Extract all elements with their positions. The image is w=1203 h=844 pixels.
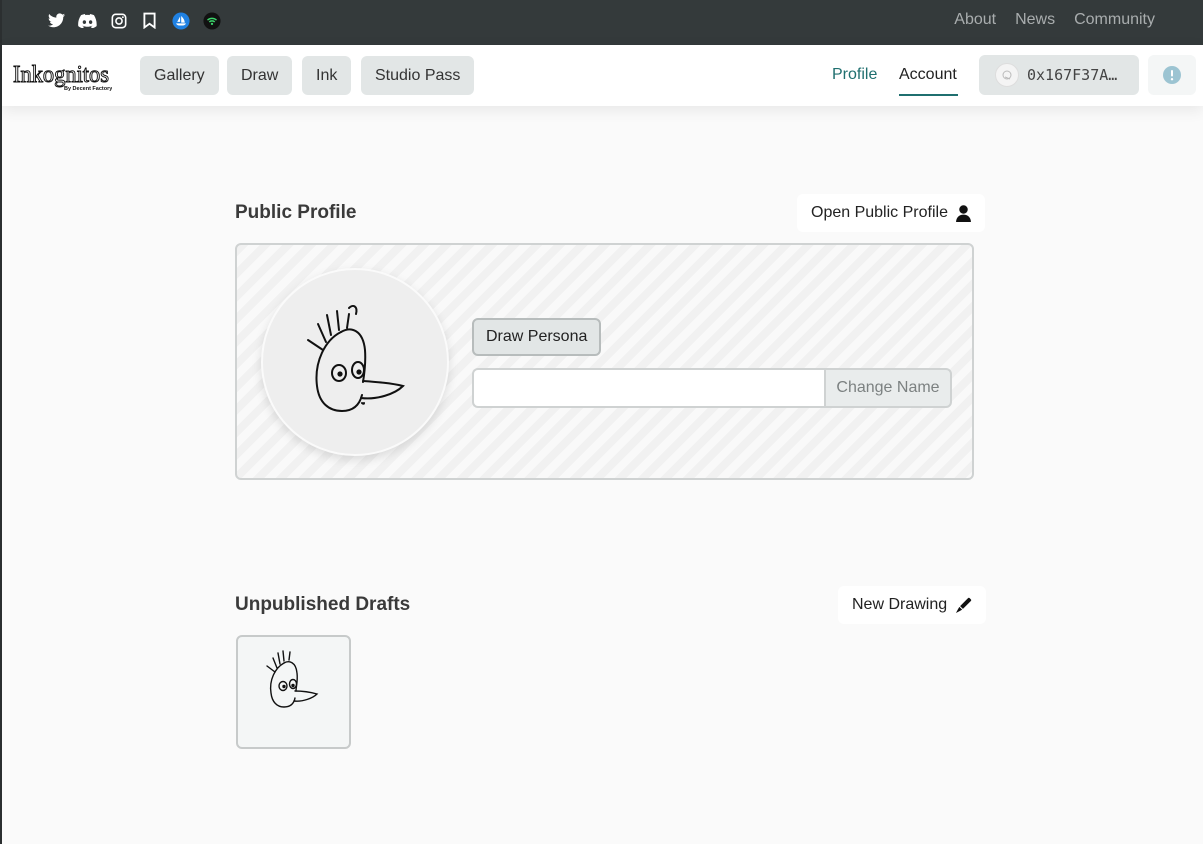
nav-ink-button[interactable]: Ink: [302, 56, 352, 95]
twitter-icon[interactable]: [46, 10, 67, 31]
new-drawing-button[interactable]: New Drawing: [838, 586, 987, 624]
persona-name-input[interactable]: [472, 368, 824, 408]
top-links: About News Community: [954, 10, 1155, 30]
svg-text:By Decent Factory: By Decent Factory: [64, 86, 112, 92]
persona-drawing: [307, 305, 405, 413]
open-public-profile-label: Open Public Profile: [811, 204, 948, 221]
info-icon: [1163, 66, 1181, 84]
top-link-about[interactable]: About: [954, 10, 996, 30]
pen-icon: [956, 597, 972, 613]
info-button[interactable]: [1148, 55, 1196, 95]
svg-text:Inkognitos: Inkognitos: [13, 62, 109, 88]
active-tab-underline: [899, 94, 958, 96]
nav-studio-pass-button[interactable]: Studio Pass: [361, 56, 475, 95]
public-profile-title: Public Profile: [235, 202, 357, 223]
wallet-button[interactable]: 0x167F37A…: [979, 55, 1139, 95]
main-navbar: Inkognitos By Decent Factory Gallery Dra…: [2, 45, 1203, 106]
top-social-bar: About News Community: [2, 0, 1203, 45]
tab-account[interactable]: Account: [899, 65, 957, 85]
opensea-icon[interactable]: [170, 10, 191, 31]
signal-icon[interactable]: [201, 10, 222, 31]
social-links: [46, 10, 222, 31]
new-drawing-label: New Drawing: [852, 596, 948, 613]
persona-avatar[interactable]: [261, 268, 449, 456]
nav-draw-button[interactable]: Draw: [227, 56, 293, 95]
draft-thumbnail[interactable]: [236, 635, 351, 749]
inkognitos-logo[interactable]: Inkognitos By Decent Factory: [12, 57, 114, 93]
wallet-avatar: [995, 63, 1019, 87]
discord-icon[interactable]: [77, 10, 98, 31]
change-name-button[interactable]: Change Name: [824, 368, 952, 408]
unpublished-drafts-title: Unpublished Drafts: [235, 594, 411, 615]
top-link-news[interactable]: News: [1015, 10, 1055, 30]
bookmark-icon[interactable]: [139, 10, 160, 31]
top-link-community[interactable]: Community: [1074, 10, 1155, 30]
tab-profile[interactable]: Profile: [832, 65, 877, 85]
user-icon: [956, 204, 971, 222]
draft-drawing: [266, 650, 319, 708]
instagram-icon[interactable]: [108, 10, 129, 31]
wallet-address: 0x167F37A…: [1027, 66, 1118, 84]
public-profile-card: Draw Persona Change Name: [235, 243, 974, 480]
open-public-profile-button[interactable]: Open Public Profile: [797, 194, 985, 232]
nav-gallery-button[interactable]: Gallery: [140, 56, 219, 95]
draw-persona-button[interactable]: Draw Persona: [472, 318, 602, 356]
